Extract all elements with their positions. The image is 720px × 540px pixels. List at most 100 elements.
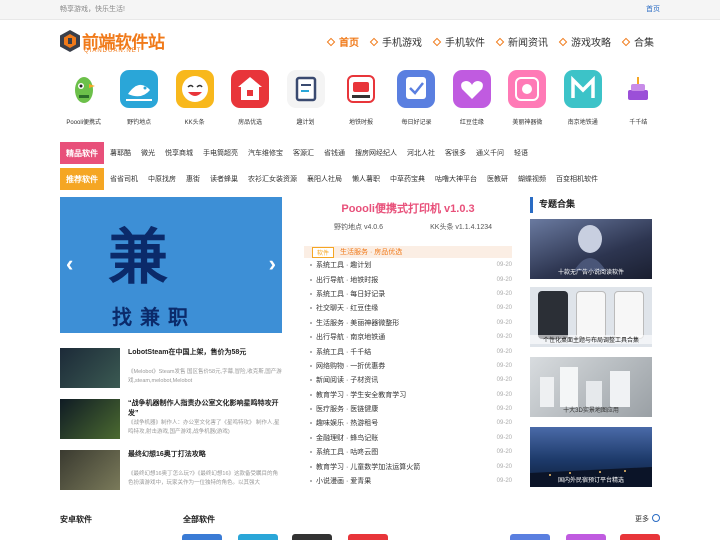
list-item[interactable]: 系统工具 · 咕咚云图 09-20 bbox=[304, 445, 512, 459]
news-title[interactable]: “战争机器制作人指责办公室文化影响星鸣特攻开发” bbox=[128, 399, 282, 419]
list-item[interactable]: 金融理财 · 蜂鸟记账 09-20 bbox=[304, 431, 512, 445]
app-beauty[interactable]: 美丽神器微 bbox=[500, 70, 555, 132]
nav-mobile-software[interactable]: 手机软件 bbox=[432, 34, 485, 49]
tag-link[interactable]: 懒人薯职 bbox=[352, 174, 380, 184]
tag-link[interactable]: 搜房网经纪人 bbox=[355, 148, 397, 158]
app-icon-strip bbox=[566, 534, 606, 540]
list-item[interactable]: 社交聊天 · 红豆佳缘 09-20 bbox=[304, 301, 512, 315]
tag-link[interactable]: 客源汇 bbox=[293, 148, 314, 158]
tag-link[interactable]: 汽车维修宝 bbox=[248, 148, 283, 158]
list-item[interactable]: 网络购物 · 一折优惠券 09-20 bbox=[304, 359, 512, 373]
cake-app-icon bbox=[619, 70, 658, 108]
diamond-icon bbox=[558, 37, 568, 46]
version-link[interactable]: KK头条 v1.1.4.1234 bbox=[430, 222, 492, 232]
tag-link[interactable]: 省钱通 bbox=[324, 148, 345, 158]
tag-link[interactable]: 省省司机 bbox=[110, 174, 138, 184]
app-nanjing-metro[interactable]: 南京地铁通 bbox=[555, 70, 610, 132]
kk-app-icon bbox=[175, 70, 214, 108]
tag-link[interactable]: 中原找房 bbox=[148, 174, 176, 184]
quality-software-row: 精品软件 薯耶酷 微光 悦享商城 手电筒超亮 汽车维修宝 客源汇 省钱通 搜房网… bbox=[60, 142, 538, 164]
topic-card[interactable]: 十大3D实景地图应用 bbox=[530, 357, 652, 417]
app-icon-strip bbox=[510, 534, 550, 540]
tag-link[interactable]: 薯耶酷 bbox=[110, 148, 131, 158]
list-item[interactable]: 系统工具 · 每日好记录 09-20 bbox=[304, 287, 512, 301]
site-logo[interactable]: 前端软件站 QIANDUAN.NET bbox=[60, 28, 170, 56]
tag-link[interactable]: 轻语 bbox=[514, 148, 528, 158]
record-app-icon bbox=[397, 70, 436, 108]
beauty-app-icon bbox=[508, 70, 547, 108]
version-link[interactable]: 野钓地点 v4.0.6 bbox=[334, 222, 383, 232]
topic-card[interactable]: 十款无广告小说阅读软件 bbox=[530, 219, 652, 279]
nav-news[interactable]: 新闻资讯 bbox=[495, 34, 548, 49]
news-thumbnail bbox=[60, 348, 120, 388]
home-link[interactable]: 首页 bbox=[646, 4, 660, 14]
app-fishing-spots[interactable]: 野钓地点 bbox=[111, 70, 166, 132]
tag-link[interactable]: 医教研 bbox=[487, 174, 508, 184]
app-poooli[interactable]: Poooli便携式 bbox=[56, 70, 111, 132]
category-title[interactable]: 生活服务 · 房品优选 bbox=[340, 247, 402, 257]
tag-link[interactable]: 惠街 bbox=[186, 174, 200, 184]
list-item[interactable]: 生活服务 · 美丽神器微整形 09-20 bbox=[304, 316, 512, 330]
app-red-bean[interactable]: 红豆佳缘 bbox=[444, 70, 499, 132]
nav-home[interactable]: 首页 bbox=[326, 34, 359, 49]
list-item[interactable]: 教育学习 · 学生安全教育学习 09-20 bbox=[304, 388, 512, 402]
tag-link[interactable]: 百变相机软件 bbox=[556, 174, 598, 184]
app-metro-times[interactable]: 地铁时报 bbox=[333, 70, 388, 132]
list-item[interactable]: 出行导航 · 南京地铁通 09-20 bbox=[304, 330, 512, 344]
tag-link[interactable]: 河北人社 bbox=[407, 148, 435, 158]
tag-link[interactable]: 中草药宝典 bbox=[390, 174, 425, 184]
fishing-app-icon bbox=[120, 70, 159, 108]
top-bar: 畅享游戏，快乐生活! 首页 bbox=[0, 0, 720, 20]
nav-mobile-games[interactable]: 手机游戏 bbox=[369, 34, 422, 49]
app-daily-record[interactable]: 每日好记录 bbox=[389, 70, 444, 132]
tag-link[interactable]: 襄阳人社局 bbox=[307, 174, 342, 184]
banner-subline: 找兼职 bbox=[112, 307, 196, 329]
chevron-left-icon[interactable]: ‹ bbox=[66, 251, 73, 277]
tag-link[interactable]: 农衫汇女装资源 bbox=[248, 174, 297, 184]
plan-app-icon bbox=[286, 70, 325, 108]
anime-figure-icon bbox=[574, 225, 606, 271]
tag-link[interactable]: 蝴蝶视频 bbox=[518, 174, 546, 184]
news-item[interactable]: LobotSteam在中国上架，售价为58元 《Melobot》Steam发售 … bbox=[60, 348, 282, 392]
tag-link[interactable]: 客很多 bbox=[445, 148, 466, 158]
news-item[interactable]: 最终幻想16奥丁打法攻略 《最终幻想16奥丁怎么玩?》《最终幻想16》这款备受瞩… bbox=[60, 450, 282, 494]
android-software-title[interactable]: 安卓软件 bbox=[60, 514, 92, 525]
more-link[interactable]: 更多 bbox=[635, 514, 660, 524]
tag-link[interactable]: 咕噜大神平台 bbox=[435, 174, 477, 184]
main-nav: 首页 手机游戏 手机软件 新闻资讯 游戏攻略 合集 bbox=[316, 34, 654, 49]
hero-banner[interactable]: 兼 找兼职 ‹ › bbox=[60, 197, 282, 333]
topic-card[interactable]: 国内外民宿预订平台精选 bbox=[530, 427, 652, 487]
list-item[interactable]: 趣味娱乐 · 热游租号 09-20 bbox=[304, 416, 512, 430]
app-qianqian[interactable]: 千千结 bbox=[611, 70, 666, 132]
list-item[interactable]: 医疗服务 · 医链健康 09-20 bbox=[304, 402, 512, 416]
news-item[interactable]: “战争机器制作人指责办公室文化影响星鸣特攻开发” 《战争机器》制作人：办公室文化… bbox=[60, 399, 282, 443]
tag-link[interactable]: 悦享商城 bbox=[165, 148, 193, 158]
app-kk-headline[interactable]: KK头条 bbox=[167, 70, 222, 132]
app-housing[interactable]: 房品优选 bbox=[222, 70, 277, 132]
list-item[interactable]: 系统工具 · 趣计划 09-20 bbox=[304, 258, 512, 272]
list-item[interactable]: 新闻阅读 · 子材资讯 09-20 bbox=[304, 373, 512, 387]
tag-link[interactable]: 微光 bbox=[141, 148, 155, 158]
topic-card[interactable]: 个性化桌面主题与布局调整工具合集 bbox=[530, 287, 652, 347]
list-item[interactable]: 出行导航 · 地铁时报 09-20 bbox=[304, 272, 512, 286]
app-fun-plan[interactable]: 趣计划 bbox=[278, 70, 333, 132]
diamond-icon bbox=[621, 37, 631, 46]
app-icon-strip bbox=[182, 534, 222, 540]
featured-app-title[interactable]: Poooli便携式打印机 v1.0.3 bbox=[304, 200, 512, 216]
all-software-title[interactable]: 全部软件 bbox=[183, 514, 215, 525]
news-title[interactable]: 最终幻想16奥丁打法攻略 bbox=[128, 450, 282, 460]
slogan: 畅享游戏，快乐生活! bbox=[60, 6, 125, 13]
nav-guides[interactable]: 游戏攻略 bbox=[558, 34, 611, 49]
list-item[interactable]: 系统工具 · 千千结 09-20 bbox=[304, 344, 512, 358]
nav-collections[interactable]: 合集 bbox=[621, 34, 654, 49]
list-item[interactable]: 教育学习 · 儿童数学加法运算火箭 09-20 bbox=[304, 459, 512, 473]
chevron-right-icon[interactable]: › bbox=[269, 251, 276, 277]
news-title[interactable]: LobotSteam在中国上架，售价为58元 bbox=[128, 348, 282, 358]
app-icon-strip bbox=[620, 534, 660, 540]
phone-mockup-icon bbox=[576, 291, 606, 339]
tag-link[interactable]: 手电筒超亮 bbox=[203, 148, 238, 158]
list-item[interactable]: 小说漫画 · 爱青果 09-20 bbox=[304, 474, 512, 488]
news-thumbnail bbox=[60, 450, 120, 490]
tag-link[interactable]: 读者蜂巢 bbox=[210, 174, 238, 184]
tag-link[interactable]: 通义千问 bbox=[476, 148, 504, 158]
